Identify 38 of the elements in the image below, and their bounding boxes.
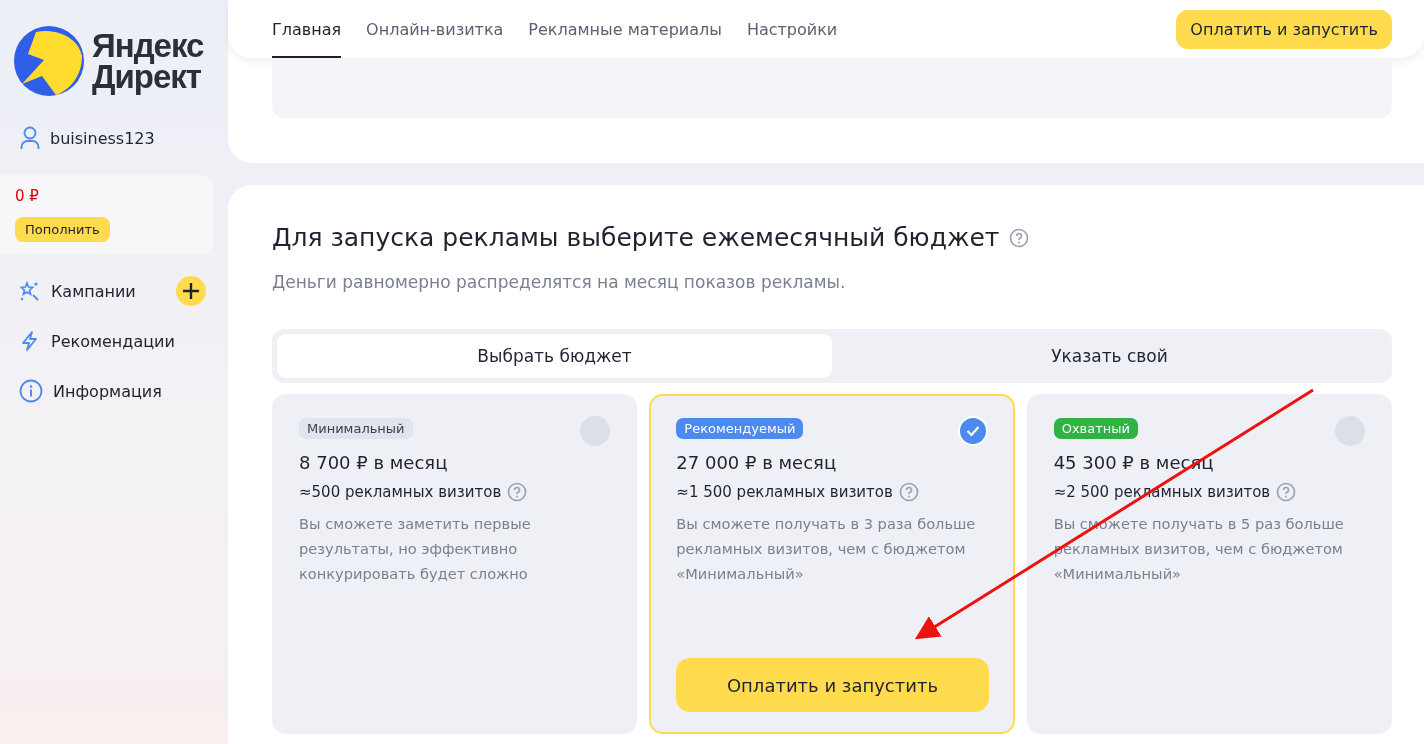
mode-tab[interactable]: Выбрать бюджет xyxy=(277,334,832,378)
budget-description: Вы сможете заметить первые результаты, но эффективно конкурировать будет сложно xyxy=(299,514,532,584)
budget-title: Для запуска рекламы выберите ежемесячный бюджет xyxy=(272,223,1000,252)
info-icon xyxy=(19,379,43,403)
budget-subtitle: Деньги равномерно распределятся на месяц показов рекламы. xyxy=(272,272,847,292)
logo-icon xyxy=(14,26,84,96)
balance-amount: 0 ₽ xyxy=(15,187,39,205)
budget-option-card[interactable]: Минимальный 8 700 ₽ в месяц ≈500 рекламных визитов Вы сможете заметить первые результаты, но эффективно конкурировать будет сложно xyxy=(272,394,638,734)
username: buisiness123 xyxy=(50,128,155,148)
visits-estimate: ≈1 500 рекламных визитов xyxy=(676,483,893,501)
radio-button[interactable] xyxy=(957,416,988,446)
budget-description: Вы сможете получать в 3 раза больше рекламных визитов, чем с бюджетом «Минимальный» xyxy=(676,514,977,584)
nav-tab[interactable]: Настройки xyxy=(746,0,838,58)
budget-tag: Охватный xyxy=(1053,418,1138,439)
nav-tab[interactable]: Онлайн-визитка xyxy=(366,0,504,58)
sidebar-item[interactable]: Рекомендации xyxy=(51,331,175,351)
pay-and-launch-button[interactable]: Оплатить и запустить xyxy=(676,658,989,712)
pay-and-launch-button[interactable]: Оплатить и запустить xyxy=(1176,9,1392,49)
budget-option-card[interactable]: Рекомендуемый 27 000 ₽ в месяц ≈1 500 рекламных визитов Вы сможете получать в 3 раза больше рекламных визитов, чем с бюджетом «Минимальный» Оплатить и запустить xyxy=(649,394,1015,734)
user-icon xyxy=(20,126,40,150)
help-icon[interactable] xyxy=(1009,227,1030,248)
nav-tab[interactable]: Рекламные материалы xyxy=(528,0,722,58)
sparkle-wand-icon xyxy=(19,280,41,302)
top-up-button[interactable]: Пополнить xyxy=(15,217,110,242)
help-icon[interactable] xyxy=(898,482,919,502)
help-icon[interactable] xyxy=(507,482,528,502)
budget-tag: Рекомендуемый xyxy=(676,418,804,439)
mode-tab[interactable]: Указать свой xyxy=(832,334,1387,378)
visits-estimate: ≈500 рекламных визитов xyxy=(299,483,502,501)
sidebar-item[interactable]: Кампании xyxy=(51,281,136,301)
sidebar-item[interactable]: Информация xyxy=(53,381,162,401)
budget-price: 8 700 ₽ в месяц xyxy=(299,452,449,473)
plus-icon xyxy=(182,282,200,300)
check-icon xyxy=(965,425,980,437)
budget-price: 27 000 ₽ в месяц xyxy=(676,452,838,473)
add-button[interactable] xyxy=(176,276,206,306)
help-icon[interactable] xyxy=(1276,482,1297,502)
budget-tag: Минимальный xyxy=(299,418,413,439)
